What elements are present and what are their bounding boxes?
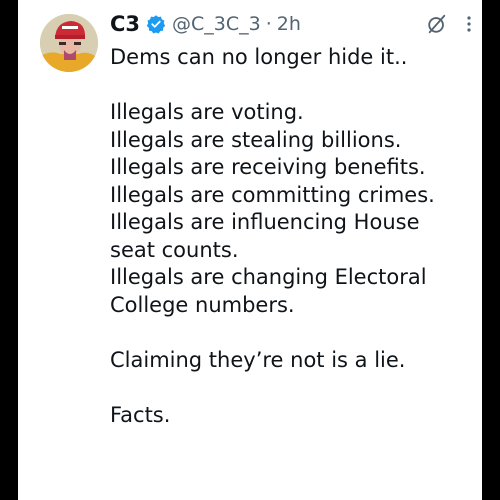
post-text-line: College numbers. — [110, 292, 295, 317]
avatar[interactable] — [40, 14, 98, 72]
author-name[interactable]: C3 — [110, 12, 140, 36]
post-text-line: Illegals are stealing billions. — [110, 127, 402, 152]
author-handle[interactable]: @C_3C_3 — [172, 13, 261, 35]
post-text-line: Facts. — [110, 402, 171, 427]
post-text-line: Claiming they’re not is a lie. — [110, 347, 406, 372]
separator-dot: · — [265, 13, 272, 35]
post-text-line: Dems can no longer hide it.. — [110, 45, 408, 69]
post-text-line: Illegals are voting. — [110, 100, 304, 124]
post-header: C3 @C_3C_3 · 2h — [110, 8, 472, 40]
post-text-line: seat counts. — [110, 237, 239, 262]
post-text-line: Illegals are receiving benefits. — [110, 155, 426, 179]
post-card[interactable]: C3 @C_3C_3 · 2h Dems can no longer hide … — [18, 0, 482, 500]
more-options-icon[interactable] — [466, 14, 472, 34]
avatar-image — [40, 14, 98, 72]
post-text: Dems can no longer hide it.. Illegals ar… — [110, 44, 470, 429]
post-text-line: Illegals are committing crimes. — [110, 182, 435, 207]
grok-icon[interactable] — [426, 13, 448, 35]
post-text-line: Illegals are changing Electoral — [110, 265, 427, 289]
post-timestamp[interactable]: 2h — [277, 13, 301, 35]
verified-badge-icon[interactable] — [146, 14, 166, 34]
post-text-line: Illegals are influencing House — [110, 210, 420, 234]
